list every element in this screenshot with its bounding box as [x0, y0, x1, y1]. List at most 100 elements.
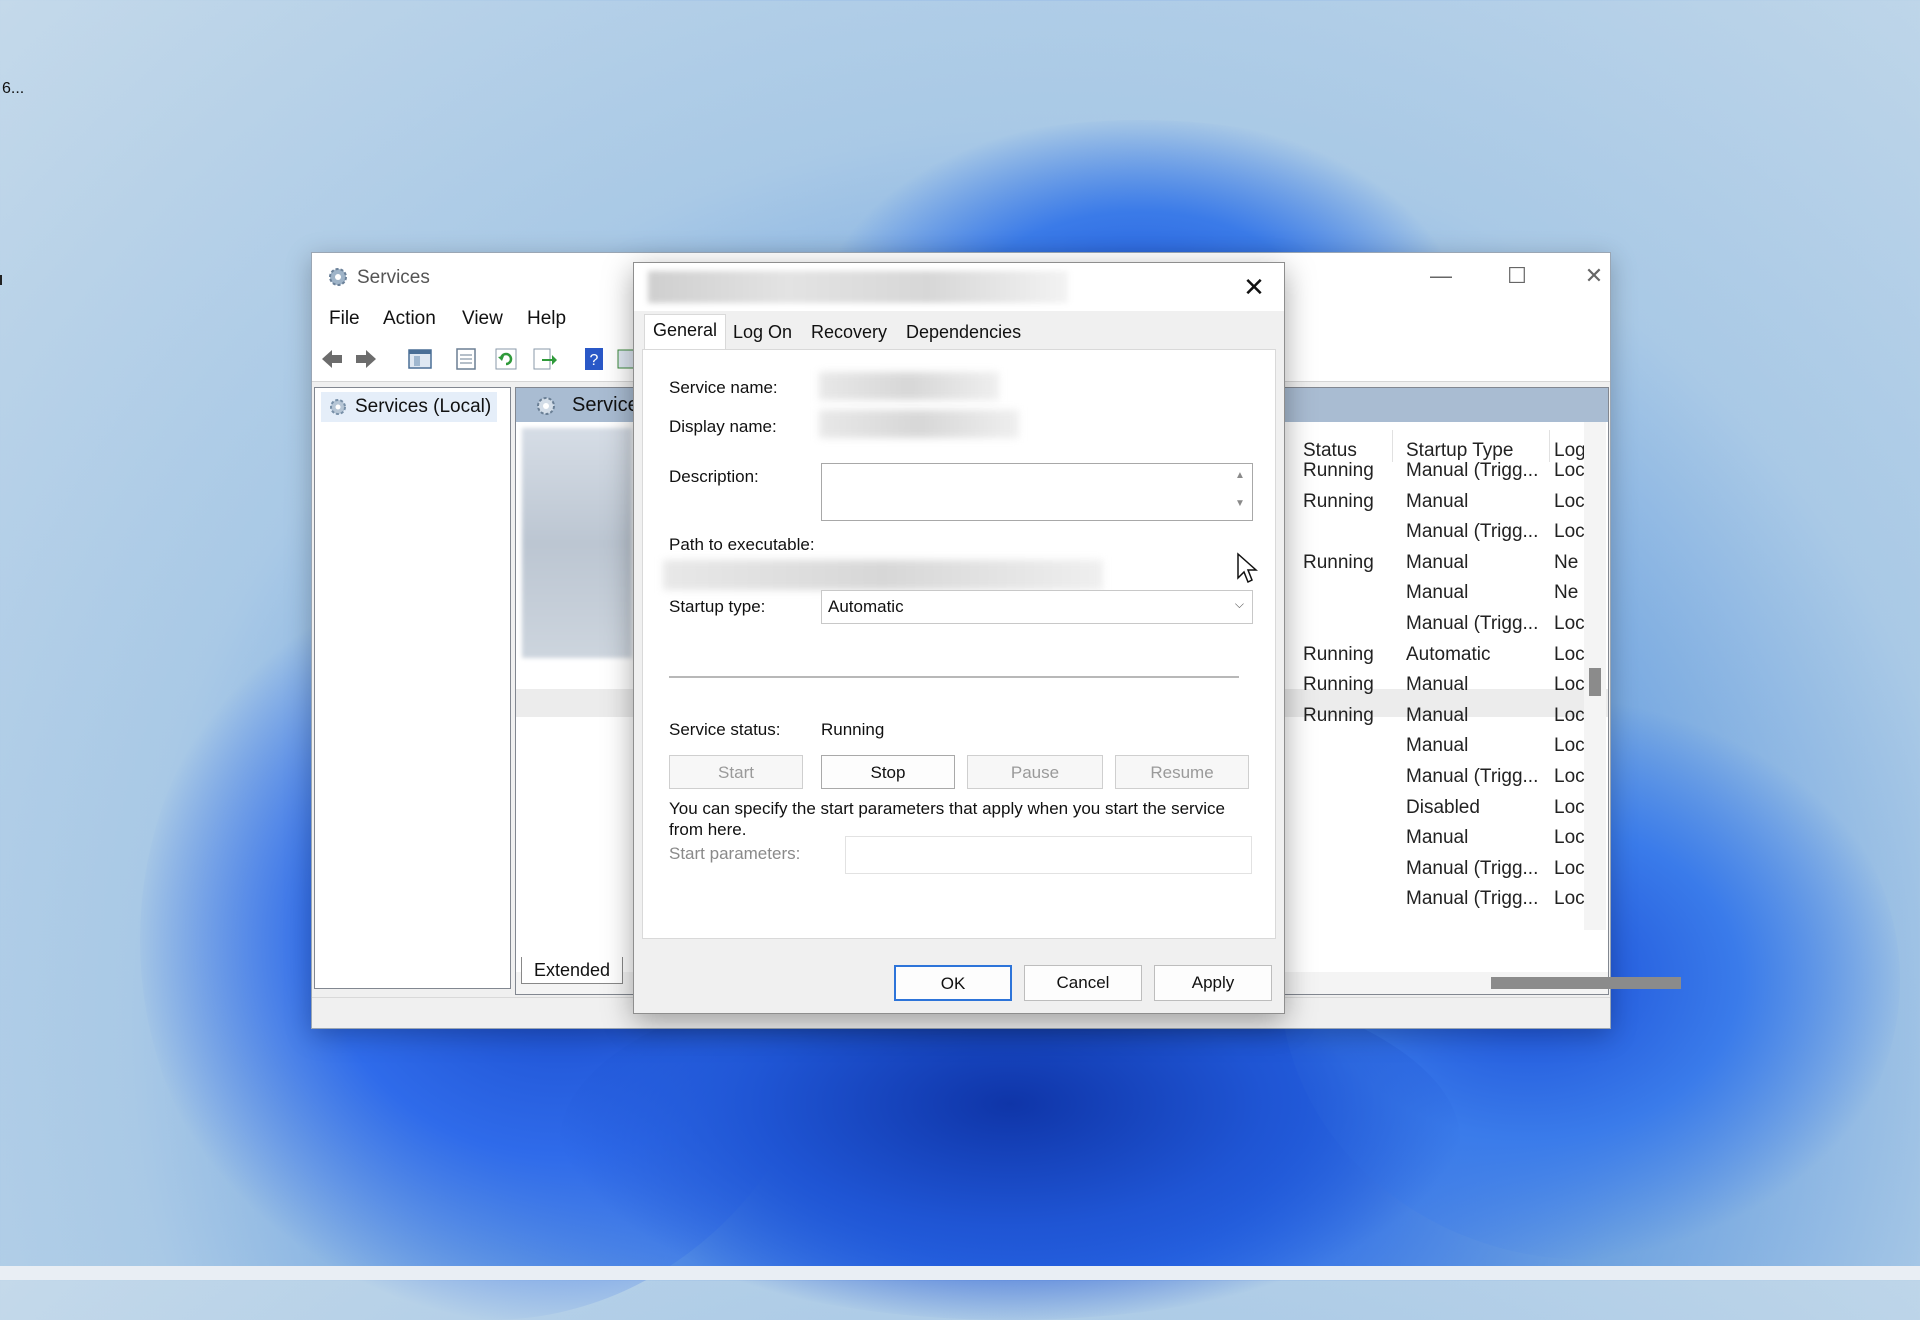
- menu-action[interactable]: Action: [383, 308, 436, 330]
- svg-text:?: ?: [590, 352, 599, 369]
- service-status-value: Running: [821, 720, 885, 739]
- cell-startup-type[interactable]: Manual (Trigg...: [1406, 613, 1538, 635]
- cell-status[interactable]: Running: [1303, 674, 1374, 696]
- start-params-label: Start parameters:: [669, 844, 801, 863]
- cancel-button[interactable]: Cancel: [1024, 965, 1142, 1001]
- cell-log-on-as[interactable]: Loc: [1554, 613, 1585, 635]
- close-window-button[interactable]: ✕: [1572, 261, 1616, 293]
- description-label: Description:: [669, 467, 759, 486]
- cell-log-on-as[interactable]: Loc: [1554, 460, 1585, 482]
- column-header-log-on-as[interactable]: Log: [1554, 440, 1586, 462]
- desktop-edge-mark: [0, 275, 2, 285]
- cell-startup-type[interactable]: Manual (Trigg...: [1406, 766, 1538, 788]
- dialog-titlebar[interactable]: ✕: [634, 263, 1284, 311]
- cell-log-on-as[interactable]: Loc: [1554, 766, 1585, 788]
- forward-arrow-icon[interactable]: [352, 345, 380, 373]
- vertical-scroll-thumb[interactable]: [1589, 668, 1601, 696]
- cell-startup-type[interactable]: Manual (Trigg...: [1406, 521, 1538, 543]
- service-properties-dialog: ✕ General Log On Recovery Dependencies S…: [633, 262, 1285, 1014]
- desktop-icon-label[interactable]: 6...: [2, 80, 24, 98]
- cell-log-on-as[interactable]: Loc: [1554, 827, 1585, 849]
- cell-log-on-as[interactable]: Loc: [1554, 705, 1585, 727]
- taskbar-edge: [0, 1266, 1920, 1280]
- cell-log-on-as[interactable]: Loc: [1554, 735, 1585, 757]
- startup-type-label: Startup type:: [669, 597, 766, 616]
- dialog-close-button[interactable]: ✕: [1236, 271, 1272, 303]
- refresh-icon[interactable]: [492, 345, 520, 373]
- ok-button[interactable]: OK: [894, 965, 1012, 1001]
- start-button[interactable]: Start: [669, 755, 803, 789]
- apply-button[interactable]: Apply: [1154, 965, 1272, 1001]
- tab-general[interactable]: General: [644, 314, 727, 349]
- cell-log-on-as[interactable]: Loc: [1554, 674, 1585, 696]
- tab-log-on[interactable]: Log On: [733, 317, 792, 347]
- tab-dependencies[interactable]: Dependencies: [906, 317, 1021, 347]
- cell-log-on-as[interactable]: Loc: [1554, 521, 1585, 543]
- help-icon[interactable]: ?: [580, 345, 608, 373]
- vertical-scrollbar[interactable]: [1584, 422, 1606, 930]
- service-name-label: Service name:: [669, 378, 778, 397]
- cell-log-on-as[interactable]: Loc: [1554, 888, 1585, 910]
- cell-startup-type[interactable]: Manual: [1406, 491, 1468, 513]
- column-separator[interactable]: [1392, 430, 1393, 462]
- cell-log-on-as[interactable]: Ne: [1554, 582, 1578, 604]
- cell-log-on-as[interactable]: Loc: [1554, 644, 1585, 666]
- back-arrow-icon[interactable]: [318, 345, 346, 373]
- stop-button[interactable]: Stop: [821, 755, 955, 789]
- menu-help[interactable]: Help: [527, 308, 566, 330]
- scroll-up-arrow-icon[interactable]: ▲: [1234, 470, 1246, 481]
- startup-type-select[interactable]: Automatic ⌵: [821, 590, 1253, 624]
- cell-log-on-as[interactable]: Loc: [1554, 491, 1585, 513]
- services-header-icon: [537, 397, 555, 415]
- cell-status[interactable]: Running: [1303, 491, 1374, 513]
- export-list-icon[interactable]: [530, 345, 558, 373]
- cell-startup-type[interactable]: Manual: [1406, 552, 1468, 574]
- cell-status[interactable]: Running: [1303, 705, 1374, 727]
- cell-startup-type[interactable]: Manual: [1406, 827, 1468, 849]
- cell-startup-type[interactable]: Manual: [1406, 705, 1468, 727]
- start-params-help: You can specify the start parameters tha…: [669, 799, 1225, 839]
- redacted-description-area: [522, 428, 632, 658]
- cell-startup-type[interactable]: Manual (Trigg...: [1406, 858, 1538, 880]
- cell-startup-type[interactable]: Manual: [1406, 582, 1468, 604]
- scroll-down-arrow-icon[interactable]: ▼: [1234, 498, 1246, 509]
- cell-status[interactable]: Running: [1303, 552, 1374, 574]
- cell-log-on-as[interactable]: Loc: [1554, 858, 1585, 880]
- cell-startup-type[interactable]: Manual: [1406, 674, 1468, 696]
- pause-button[interactable]: Pause: [967, 755, 1103, 789]
- description-box[interactable]: ▲ ▼: [821, 463, 1253, 521]
- column-header-status[interactable]: Status: [1303, 440, 1357, 462]
- path-label: Path to executable:: [669, 535, 815, 554]
- maximize-button[interactable]: ☐: [1495, 261, 1539, 293]
- column-separator[interactable]: [1549, 430, 1550, 462]
- show-hide-tree-icon[interactable]: [406, 345, 434, 373]
- tab-extended[interactable]: Extended: [521, 957, 624, 984]
- horizontal-scroll-thumb[interactable]: [1491, 977, 1681, 989]
- tab-recovery[interactable]: Recovery: [811, 317, 887, 347]
- console-tree: Services (Local): [314, 387, 511, 989]
- properties-icon[interactable]: [452, 345, 480, 373]
- resume-button[interactable]: Resume: [1115, 755, 1249, 789]
- tree-item-label: Services (Local): [355, 396, 492, 417]
- general-tab-panel: Service name: Display name: Description:…: [642, 349, 1276, 939]
- menu-file[interactable]: File: [329, 308, 360, 330]
- cell-startup-type[interactable]: Manual (Trigg...: [1406, 888, 1538, 910]
- cell-startup-type[interactable]: Manual: [1406, 735, 1468, 757]
- services-local-gear-icon: [330, 399, 346, 415]
- cell-status[interactable]: Running: [1303, 644, 1374, 666]
- mouse-cursor-icon: [1237, 552, 1258, 584]
- minimize-button[interactable]: —: [1419, 261, 1463, 293]
- cell-log-on-as[interactable]: Ne: [1554, 552, 1578, 574]
- redacted-dialog-title: [648, 271, 1068, 303]
- tree-item-services-local[interactable]: Services (Local): [321, 392, 498, 422]
- cell-status[interactable]: Running: [1303, 460, 1374, 482]
- menu-view[interactable]: View: [462, 308, 503, 330]
- cell-log-on-as[interactable]: Loc: [1554, 797, 1585, 819]
- redacted-display-name: [819, 410, 1019, 438]
- display-name-label: Display name:: [669, 417, 777, 436]
- cell-startup-type[interactable]: Manual (Trigg...: [1406, 460, 1538, 482]
- cell-startup-type[interactable]: Disabled: [1406, 797, 1480, 819]
- column-header-startup-type[interactable]: Startup Type: [1406, 440, 1513, 462]
- redacted-path[interactable]: [663, 560, 1103, 590]
- cell-startup-type[interactable]: Automatic: [1406, 644, 1490, 666]
